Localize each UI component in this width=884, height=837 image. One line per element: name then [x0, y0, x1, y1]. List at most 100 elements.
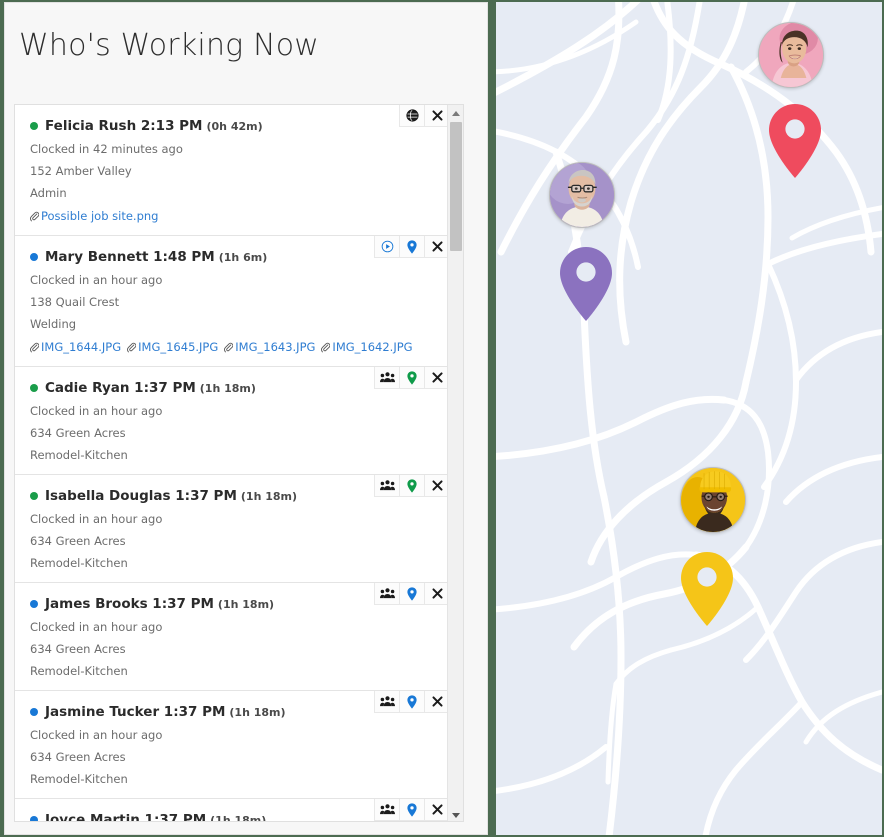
close-button[interactable]	[424, 691, 449, 713]
shift-row[interactable]: Isabella Douglas 1:37 PM (1h 18m) Clocke…	[15, 475, 449, 583]
close-button[interactable]	[424, 236, 449, 258]
users-group-button[interactable]	[374, 475, 399, 497]
clocked-in-text: Clocked in an hour ago	[30, 512, 163, 526]
woman-smiling-avatar[interactable]	[758, 22, 824, 88]
scroll-down-arrow[interactable]	[448, 807, 463, 821]
status-dot	[30, 708, 38, 716]
map-pin-icon	[407, 802, 417, 817]
clocked-in-text: Clocked in an hour ago	[30, 728, 163, 742]
row-actions	[374, 583, 449, 605]
job-address: 634 Green Acres	[30, 534, 126, 548]
attachment-list: IMG_1644.JPG IMG_1645.JPG IMG_1643.JPG I…	[27, 340, 437, 354]
job-address: 634 Green Acres	[30, 642, 126, 656]
close-icon	[431, 696, 443, 707]
close-button[interactable]	[424, 799, 449, 821]
shift-duration: (1h 18m)	[240, 489, 298, 503]
paperclip-icon	[30, 211, 39, 222]
shift-row[interactable]: Jasmine Tucker 1:37 PM (1h 18m) Clocked …	[15, 691, 449, 799]
shift-list-card: Felicia Rush 2:13 PM (0h 42m) Clocked in…	[14, 104, 464, 822]
map-pin-button[interactable]	[399, 367, 424, 389]
close-button[interactable]	[424, 105, 449, 127]
worker-name-time: Mary Bennett 1:48 PM	[45, 249, 215, 265]
scroll-up-arrow[interactable]	[448, 105, 463, 121]
page-title: Who's Working Now	[19, 28, 320, 63]
attachment-link[interactable]: IMG_1643.JPG	[224, 340, 315, 354]
attachment-link[interactable]: IMG_1644.JPG	[30, 340, 121, 354]
users-group-button[interactable]	[374, 583, 399, 605]
row-actions	[399, 105, 449, 127]
attachment-link[interactable]: IMG_1642.JPG	[321, 340, 413, 354]
users-group-icon	[379, 480, 395, 491]
map-roads	[496, 2, 882, 835]
shift-row[interactable]: James Brooks 1:37 PM (1h 18m) Clocked in…	[15, 583, 449, 691]
status-dot	[30, 816, 38, 821]
shift-row[interactable]: Joyce Martin 1:37 PM (1h 18m) Clocked in…	[15, 799, 449, 822]
row-actions	[374, 367, 449, 389]
close-icon	[431, 241, 443, 252]
close-icon	[431, 804, 443, 815]
map-pin-icon	[407, 694, 417, 709]
job-address: 138 Quail Crest	[30, 295, 120, 309]
map-pin-icon	[407, 478, 417, 493]
close-button[interactable]	[424, 475, 449, 497]
man-yellow-beanie-avatar[interactable]	[680, 467, 746, 533]
attachment-list: Possible job site.png	[27, 209, 437, 223]
status-dot	[30, 600, 38, 608]
users-group-icon	[379, 588, 395, 599]
paperclip-icon	[30, 342, 39, 353]
close-icon	[431, 110, 443, 121]
shift-duration: (1h 18m)	[229, 705, 286, 719]
shift-header: Felicia Rush 2:13 PM (0h 42m)	[27, 115, 437, 134]
close-button[interactable]	[424, 367, 449, 389]
map-pin-button[interactable]	[399, 691, 424, 713]
map-pin-icon	[407, 239, 417, 254]
paperclip-icon	[127, 342, 137, 353]
worker-name-time: Joyce Martin 1:37 PM	[45, 812, 207, 822]
attachment-link[interactable]: IMG_1645.JPG	[127, 340, 218, 354]
globe-button[interactable]	[399, 105, 424, 127]
users-group-icon	[379, 696, 395, 707]
job-name: Welding	[30, 317, 77, 331]
map-panel[interactable]	[496, 2, 882, 835]
shift-duration: (1h 6m)	[218, 250, 268, 264]
job-name: Remodel-Kitchen	[30, 772, 128, 786]
shift-row[interactable]: Felicia Rush 2:13 PM (0h 42m) Clocked in…	[15, 105, 449, 236]
play-circle-button[interactable]	[374, 236, 399, 258]
row-actions	[374, 475, 449, 497]
shift-row[interactable]: Mary Bennett 1:48 PM (1h 6m) Clocked in …	[15, 236, 449, 367]
users-group-button[interactable]	[374, 691, 399, 713]
marker-yellow[interactable]	[679, 550, 735, 633]
worker-name-time: James Brooks 1:37 PM	[45, 596, 214, 612]
marker-purple[interactable]	[558, 245, 614, 328]
who-is-working-panel: Who's Working Now Felicia Rush 2:13 PM (…	[4, 2, 488, 835]
clocked-in-text: Clocked in an hour ago	[30, 620, 163, 634]
shift-list: Felicia Rush 2:13 PM (0h 42m) Clocked in…	[15, 105, 449, 822]
job-address: 634 Green Acres	[30, 426, 126, 440]
users-group-button[interactable]	[374, 367, 399, 389]
row-actions	[374, 691, 449, 713]
attachment-label: IMG_1643.JPG	[235, 340, 316, 354]
older-man-glasses-avatar[interactable]	[549, 162, 615, 228]
map-pin-icon	[407, 586, 417, 601]
users-group-icon	[379, 372, 395, 383]
worker-name-time: Cadie Ryan 1:37 PM	[45, 380, 196, 396]
worker-name-time: Isabella Douglas 1:37 PM	[45, 488, 237, 504]
map-pin-button[interactable]	[399, 583, 424, 605]
users-group-button[interactable]	[374, 799, 399, 821]
map-pin-button[interactable]	[399, 475, 424, 497]
attachment-label: IMG_1644.JPG	[41, 340, 122, 354]
shift-list-scrollbar[interactable]	[447, 105, 463, 821]
map-pin-button[interactable]	[399, 236, 424, 258]
attachment-label: IMG_1642.JPG	[332, 340, 413, 354]
worker-name-time: Felicia Rush 2:13 PM	[45, 118, 203, 134]
marker-red[interactable]	[767, 102, 823, 185]
shift-row[interactable]: Cadie Ryan 1:37 PM (1h 18m) Clocked in a…	[15, 367, 449, 475]
close-icon	[431, 372, 443, 383]
status-dot	[30, 122, 38, 130]
attachment-label: IMG_1645.JPG	[138, 340, 219, 354]
attachment-link[interactable]: Possible job site.png	[30, 209, 158, 223]
map-pin-button[interactable]	[399, 799, 424, 821]
close-button[interactable]	[424, 583, 449, 605]
job-address: 634 Green Acres	[30, 750, 126, 764]
scrollbar-thumb[interactable]	[450, 122, 462, 251]
